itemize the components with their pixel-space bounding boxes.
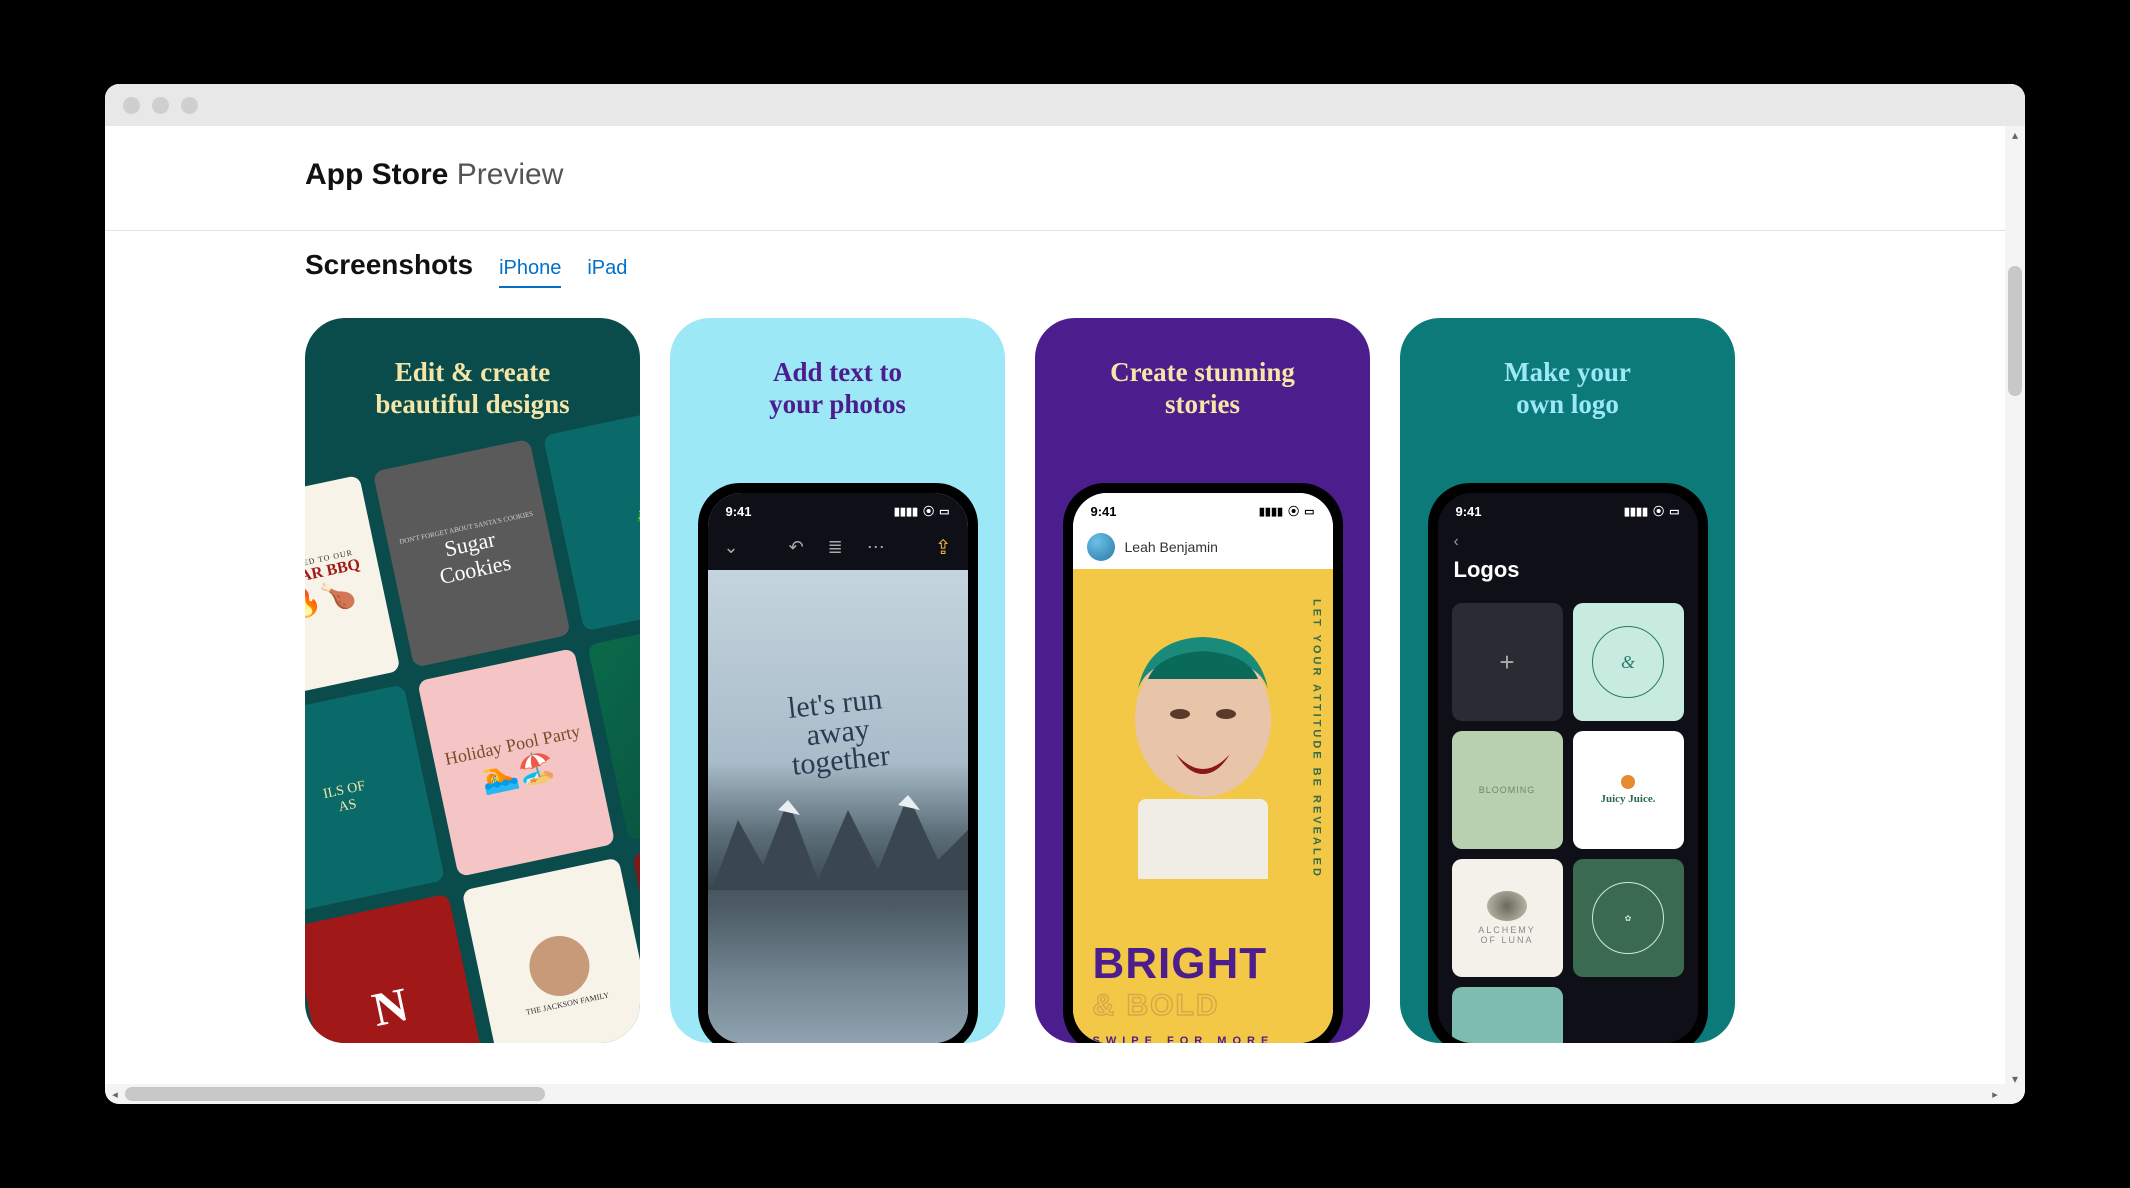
story-header: Leah Benjamin (1073, 525, 1333, 569)
tab-iphone[interactable]: iPhone (499, 257, 561, 288)
maximize-window-icon[interactable] (181, 97, 198, 114)
status-bar: 9:41 ▮▮▮▮ ⦿ ▭ (1073, 493, 1333, 525)
minimize-window-icon[interactable] (152, 97, 169, 114)
add-logo-button[interactable]: + (1452, 603, 1563, 721)
card-noel: N (305, 894, 490, 1043)
card-tails: ILS OF AS (305, 684, 445, 913)
phone-mock-3: 9:41 ▮▮▮▮ ⦿ ▭ Leah Benjamin (1063, 483, 1343, 1043)
phone-mock-4: 9:41 ▮▮▮▮ ⦿ ▭ ‹ Logos (1428, 483, 1708, 1043)
vertical-scrollbar[interactable]: ▴ ▾ (2005, 126, 2025, 1104)
story-canvas[interactable]: LET YOUR ATTITUDE BE REVEALED (1073, 569, 1333, 1043)
screenshots-header: Screenshots iPhone iPad (105, 231, 2005, 288)
screenshots-carousel[interactable]: Edit & create beautiful designs YOU'RE I… (105, 288, 2005, 1043)
back-icon[interactable]: ⌄ (724, 537, 739, 558)
close-window-icon[interactable] (123, 97, 140, 114)
logo-grid: + & BLOOMING Juicy J (1438, 593, 1698, 1043)
battery-icon: ▭ (1669, 505, 1679, 518)
more-icon[interactable]: ⋯ (867, 537, 885, 558)
preview-label: Preview (457, 158, 564, 191)
screenshot-1-headline: Edit & create beautiful designs (305, 318, 640, 431)
signal-icon: ▮▮▮▮ (1259, 505, 1283, 518)
wifi-icon: ⦿ (1653, 503, 1664, 519)
logos-title: Logos (1454, 551, 1682, 589)
scroll-up-icon[interactable]: ▴ (2012, 128, 2018, 142)
card-cookies: DON'T FORGET ABOUT SANTA'S COOKIES Sugar… (373, 439, 571, 668)
screenshot-2[interactable]: Add text to your photos 9:41 ▮▮▮▮ ⦿ ▭ (670, 318, 1005, 1043)
logo-tile-juice[interactable]: Juicy Juice. (1573, 731, 1684, 849)
status-time: 9:41 (1456, 504, 1482, 519)
screenshot-3[interactable]: Create stunning stories 9:41 ▮▮▮▮ ⦿ ▭ (1035, 318, 1370, 1043)
app-store-label: App Store (305, 158, 448, 191)
status-time: 9:41 (1091, 504, 1117, 519)
status-time: 9:41 (726, 504, 752, 519)
scroll-right-icon[interactable]: ▸ (1985, 1088, 2005, 1101)
wifi-icon: ⦿ (923, 503, 934, 519)
page-header: App Store Preview (105, 126, 2005, 202)
vscrollbar-thumb[interactable] (2008, 266, 2022, 396)
horizontal-scrollbar[interactable]: ◂ ▸ (105, 1084, 2005, 1104)
screenshot-3-headline: Create stunning stories (1035, 318, 1370, 431)
screenshot-2-headline: Add text to your photos (670, 318, 1005, 431)
story-bold-text: & BOLD (1093, 989, 1220, 1023)
person-illustration (1108, 619, 1298, 884)
signal-icon: ▮▮▮▮ (1624, 505, 1648, 518)
logos-header: ‹ Logos (1438, 525, 1698, 593)
story-swipe-text: SWIPE FOR MORE (1093, 1035, 1275, 1043)
logo-tile-blooming[interactable]: BLOOMING (1452, 731, 1563, 849)
screenshot-4[interactable]: Make your own logo 9:41 ▮▮▮▮ ⦿ ▭ (1400, 318, 1735, 1043)
logo-tile-greenfield[interactable]: ✿ (1573, 859, 1684, 977)
browser-window: App Store Preview Screenshots iPhone iPa… (105, 84, 2025, 1104)
phone-mock-2: 9:41 ▮▮▮▮ ⦿ ▭ ⌄ (698, 483, 978, 1043)
battery-icon: ▭ (939, 505, 949, 518)
logo-tile-alchemy[interactable]: ALCHEMY OF LUNA (1452, 859, 1563, 977)
avatar[interactable] (1087, 533, 1115, 561)
editor-toolbar: ⌄ ↶ ≣ ⋯ ⇪ (708, 525, 968, 570)
photo-canvas[interactable]: let's run away together (708, 570, 968, 1043)
export-icon[interactable]: ⇪ (935, 535, 952, 560)
status-bar: 9:41 ▮▮▮▮ ⦿ ▭ (1438, 493, 1698, 525)
logo-tile-extra[interactable] (1452, 987, 1563, 1043)
page-content: App Store Preview Screenshots iPhone iPa… (105, 126, 2005, 1104)
status-bar: 9:41 ▮▮▮▮ ⦿ ▭ (708, 493, 968, 525)
screenshot-1[interactable]: Edit & create beautiful designs YOU'RE I… (305, 318, 640, 1043)
battery-icon: ▭ (1304, 505, 1314, 518)
section-title: Screenshots (305, 249, 473, 281)
card-family: THE JACKSON FAMILY (462, 857, 640, 1043)
scroll-left-icon[interactable]: ◂ (105, 1088, 125, 1101)
story-vertical-text: LET YOUR ATTITUDE BE REVEALED (1311, 599, 1323, 879)
screenshot-4-headline: Make your own logo (1400, 318, 1735, 431)
story-bright-text: BRIGHT (1093, 939, 1268, 989)
scroll-down-icon[interactable]: ▾ (2012, 1072, 2018, 1086)
juice-icon (1621, 775, 1635, 789)
photo-text[interactable]: let's run away together (768, 683, 906, 782)
story-username[interactable]: Leah Benjamin (1125, 539, 1218, 555)
tab-ipad[interactable]: iPad (587, 257, 627, 286)
wifi-icon: ⦿ (1288, 503, 1299, 519)
window-titlebar (105, 84, 2025, 126)
scrollbar-thumb[interactable] (125, 1087, 545, 1101)
card-pool: Holiday Pool Party 🏊🏖️ (417, 648, 615, 877)
logo-tile-bread[interactable]: & (1573, 603, 1684, 721)
design-collage: YOU'RE INVITED TO OUR NEW YEAR BBQ 🍖🔥🍗 D… (305, 422, 640, 1043)
signal-icon: ▮▮▮▮ (894, 505, 918, 518)
back-icon[interactable]: ‹ (1454, 533, 1682, 551)
layers-icon[interactable]: ≣ (828, 537, 843, 558)
undo-icon[interactable]: ↶ (789, 537, 804, 558)
